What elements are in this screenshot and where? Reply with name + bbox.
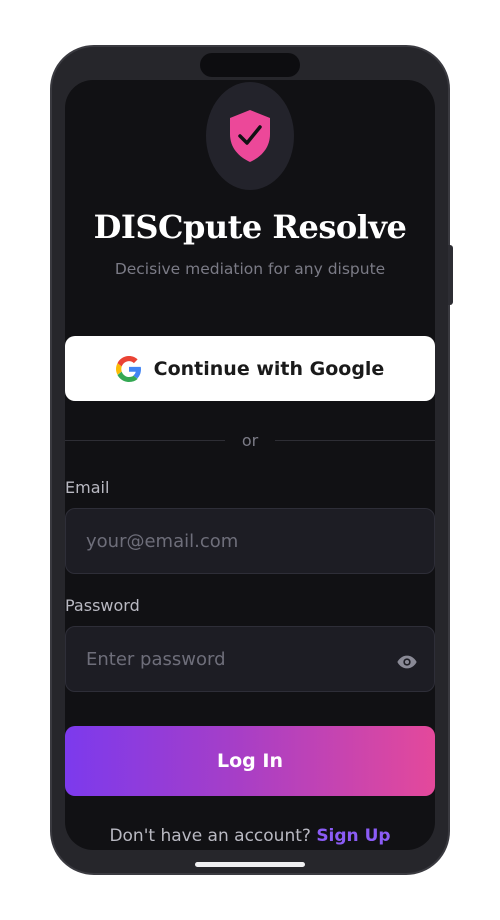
signup-row: Don't have an account? Sign Up [65,826,435,846]
app-title: DISCpute Resolve [93,208,407,246]
email-field[interactable] [84,529,416,553]
shield-check-icon [230,110,270,162]
signup-prompt: Don't have an account? [109,826,311,846]
eye-icon[interactable] [396,651,418,673]
divider-line-left [65,439,225,441]
divider-text: or [241,430,259,450]
phone-notch [200,53,300,77]
password-label: Password [65,596,140,615]
google-signin-button[interactable]: Continue with Google [65,336,435,401]
home-indicator[interactable] [195,862,305,867]
email-field-box [65,508,435,574]
login-screen: DISCpute Resolve Decisive mediation for … [65,80,435,850]
or-divider: or [65,428,435,452]
divider-line-right [275,439,435,441]
google-g-icon [115,355,141,382]
app-subtitle: Decisive mediation for any dispute [114,260,386,278]
login-button[interactable]: Log In [65,726,435,796]
password-field-box [65,626,435,692]
logo-badge [206,82,294,190]
password-field[interactable] [84,647,416,671]
google-button-label: Continue with Google [153,357,385,380]
login-button-label: Log In [217,750,283,772]
email-label: Email [65,478,110,497]
signup-link[interactable]: Sign Up [316,826,390,846]
phone-side-button [448,245,453,305]
